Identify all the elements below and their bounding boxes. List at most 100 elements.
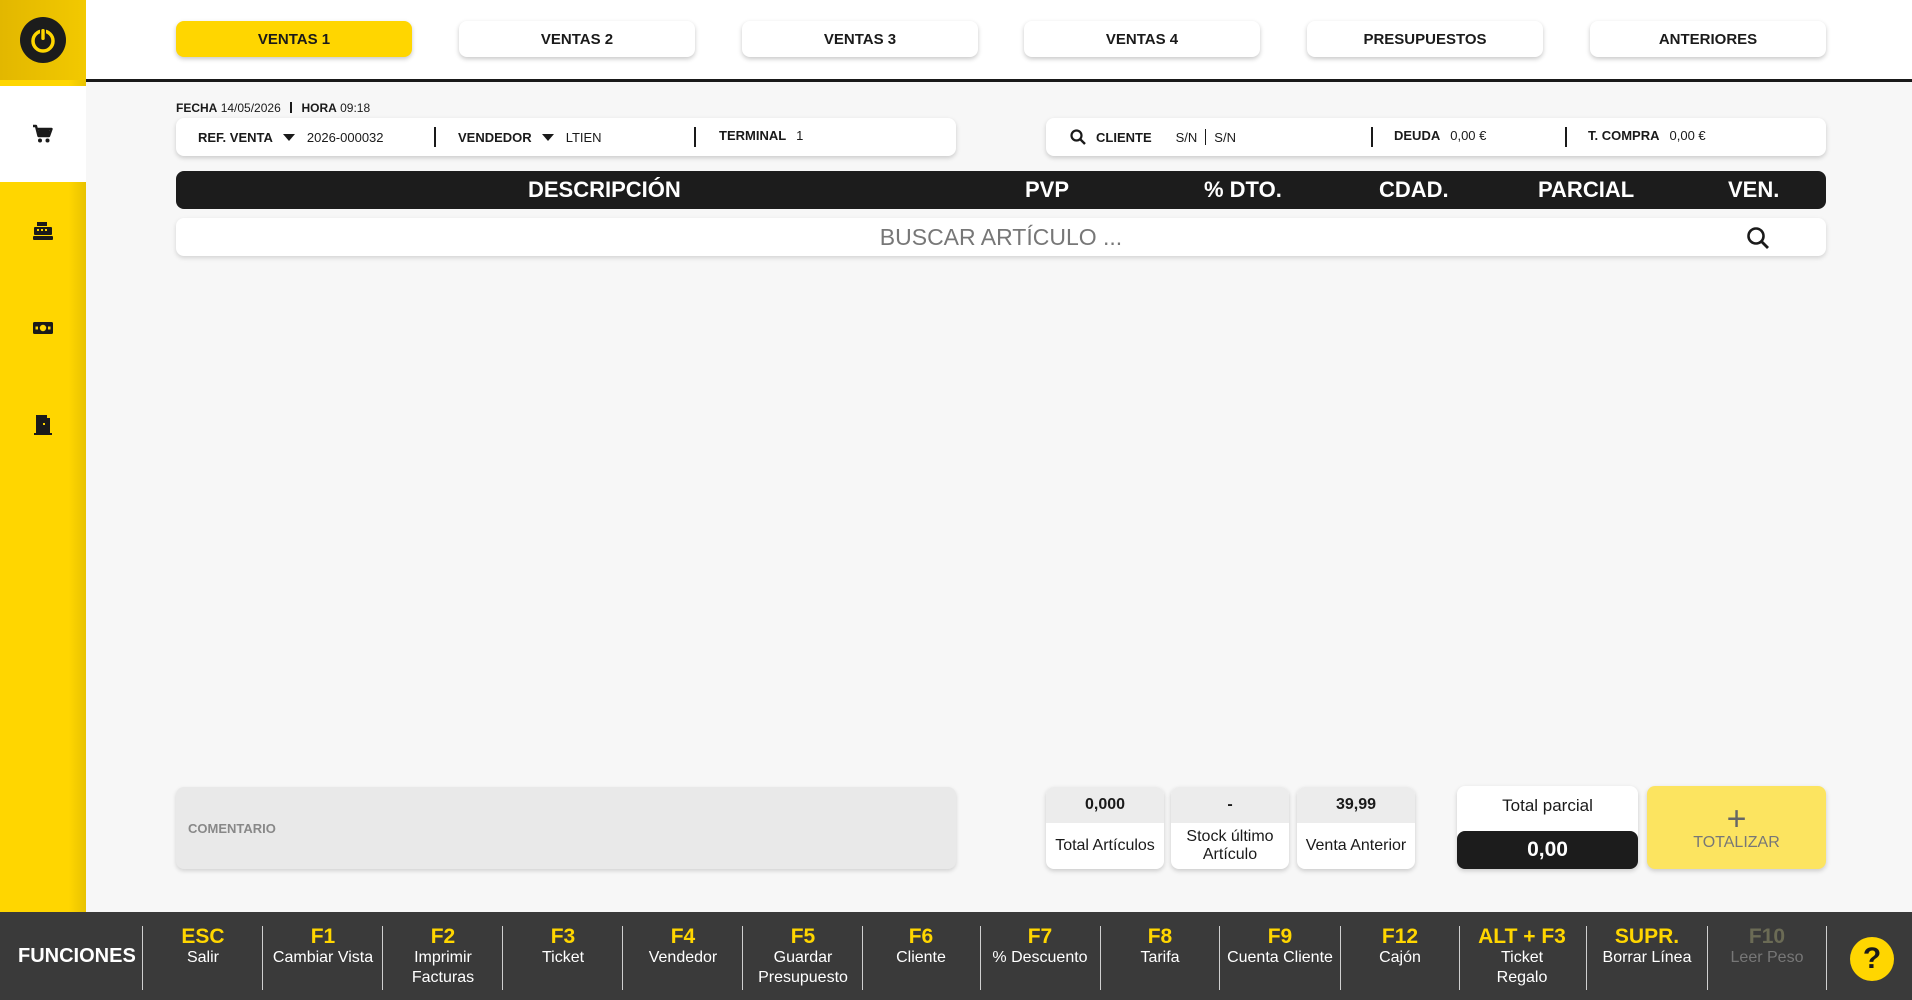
- hora-label: HORA: [301, 101, 337, 115]
- help-icon: ?: [1862, 942, 1882, 975]
- fkey-f10: F10 Leer Peso: [1708, 926, 1826, 992]
- fkey-key: ALT + F3: [1478, 925, 1566, 948]
- fkey-key: F10: [1748, 925, 1786, 948]
- sidebar-item-ventas[interactable]: [0, 86, 86, 182]
- divider: [434, 127, 436, 147]
- fkey-key: F12: [1381, 925, 1419, 948]
- fkey-desc: Ticket Regalo: [1496, 949, 1548, 986]
- tab-presupuestos[interactable]: PRESUPUESTOS: [1307, 21, 1543, 57]
- fkey-supr[interactable]: SUPR. Borrar Línea: [1587, 926, 1707, 992]
- sidebar-item-dinero[interactable]: [0, 280, 86, 376]
- tab-ventas-3[interactable]: VENTAS 3: [742, 21, 978, 57]
- date-time-line: FECHA 14/05/2026 HORA 09:18: [176, 101, 370, 115]
- ref-venta-label: REF. VENTA: [198, 129, 273, 145]
- fkey-f1[interactable]: F1 Cambiar Vista: [264, 926, 382, 992]
- power-area: [0, 0, 86, 80]
- tab-ventas-4[interactable]: VENTAS 4: [1024, 21, 1260, 57]
- tab-anteriores[interactable]: ANTERIORES: [1590, 21, 1826, 57]
- divider: [1565, 127, 1567, 147]
- sidebar-item-caja[interactable]: [0, 183, 86, 279]
- fkey-desc: % Descuento: [992, 949, 1088, 966]
- fkey-key: ESC: [181, 925, 225, 948]
- divider: [382, 926, 383, 990]
- total-parcial-panel: Total parcial 0,00: [1457, 786, 1638, 869]
- cash-register-icon: [33, 222, 53, 240]
- fkey-f6[interactable]: F6 Cliente: [862, 926, 980, 992]
- fkey-desc: Borrar Línea: [1602, 949, 1692, 966]
- fkey-f7[interactable]: F7 % Descuento: [981, 926, 1099, 992]
- divider: [694, 127, 696, 147]
- ref-venta-value: 2026-000032: [306, 129, 384, 145]
- fkey-desc: Cuenta Cliente: [1227, 949, 1333, 966]
- fkey-key: F6: [908, 925, 934, 948]
- fkey-f2[interactable]: F2 Imprimir Facturas: [384, 926, 502, 992]
- cliente-field[interactable]: CLIENTE S/N S/N: [1070, 118, 1236, 156]
- fkey-f3[interactable]: F3 Ticket: [504, 926, 622, 992]
- function-keys-bar: FUNCIONES ESC Salir F1 Cambiar Vista F2 …: [0, 912, 1912, 1000]
- fkey-key: F3: [550, 925, 576, 948]
- ref-venta-field[interactable]: REF. VENTA 2026-000032: [198, 118, 384, 156]
- totalizar-button[interactable]: + TOTALIZAR: [1647, 786, 1826, 869]
- divider: [742, 926, 743, 990]
- power-button[interactable]: [20, 17, 66, 63]
- total-parcial-value: 0,00: [1457, 831, 1638, 869]
- caret-down-icon[interactable]: [541, 133, 554, 141]
- col-dto: % DTO.: [1204, 177, 1282, 202]
- fkey-key: F5: [790, 925, 816, 948]
- fkey-f8[interactable]: F8 Tarifa: [1101, 926, 1219, 992]
- comment-field[interactable]: COMENTARIO: [176, 787, 956, 869]
- help-button[interactable]: ?: [1850, 937, 1894, 981]
- deuda-field: DEUDA 0,00 €: [1394, 118, 1486, 152]
- search-placeholder: BUSCAR ARTÍCULO ...: [879, 223, 1123, 250]
- fkey-f5[interactable]: F5 Guardar Presupuesto: [744, 926, 862, 992]
- divider: [262, 926, 263, 990]
- stat-value: 0,000: [1046, 787, 1164, 823]
- client-info-card: CLIENTE S/N S/N DEUDA 0,00 € T. COMPRA 0…: [1046, 118, 1826, 156]
- tab-ventas-2[interactable]: VENTAS 2: [459, 21, 695, 57]
- fkey-key: F4: [670, 925, 696, 948]
- cliente-code: S/N: [1175, 129, 1198, 145]
- fkey-f4[interactable]: F4 Vendedor: [624, 926, 742, 992]
- caret-down-icon[interactable]: [282, 133, 295, 141]
- fkey-desc: Cliente: [896, 949, 946, 966]
- sidebar-item-salir[interactable]: [0, 377, 86, 473]
- cart-icon: [33, 124, 53, 143]
- search-article-input[interactable]: BUSCAR ARTÍCULO ...: [176, 218, 1826, 256]
- fecha-label: FECHA: [176, 101, 218, 115]
- stat-venta-anterior: 39,99 Venta Anterior: [1297, 787, 1415, 869]
- divider: [290, 102, 293, 113]
- stat-label: Venta Anterior: [1305, 837, 1407, 854]
- fkey-desc: Imprimir Facturas: [411, 949, 475, 986]
- tcompra-value: 0,00 €: [1669, 127, 1706, 143]
- vendedor-field[interactable]: VENDEDOR LTIEN: [458, 118, 602, 156]
- fkey-f12[interactable]: F12 Cajón: [1341, 926, 1459, 992]
- sale-info-card: REF. VENTA 2026-000032 VENDEDOR LTIEN TE…: [176, 118, 956, 156]
- col-descripcion: DESCRIPCIÓN: [528, 177, 681, 202]
- tab-ventas-1[interactable]: VENTAS 1: [176, 21, 412, 57]
- fkey-alt-f3[interactable]: ALT + F3 Ticket Regalo: [1460, 926, 1584, 992]
- totalizar-label: TOTALIZAR: [1693, 833, 1780, 851]
- money-icon: [33, 322, 53, 334]
- deuda-label: DEUDA: [1394, 127, 1441, 143]
- stat-value: -: [1171, 787, 1289, 823]
- fkey-key: F1: [310, 925, 336, 948]
- fkey-key: F9: [1267, 925, 1293, 948]
- divider: [1205, 129, 1207, 145]
- divider: [1826, 926, 1827, 990]
- hora-value: 09:18: [340, 101, 371, 115]
- power-icon: [31, 28, 55, 53]
- fkey-f9[interactable]: F9 Cuenta Cliente: [1220, 926, 1340, 992]
- fkey-key: F8: [1147, 925, 1173, 948]
- fkey-esc[interactable]: ESC Salir: [144, 926, 262, 992]
- fkey-desc: Tarifa: [1140, 949, 1180, 966]
- terminal-value: 1: [796, 127, 804, 143]
- stat-stock-ultimo: - Stock último Artículo: [1171, 787, 1289, 869]
- items-table-header: DESCRIPCIÓN PVP % DTO. CDAD. PARCIAL VEN…: [176, 171, 1826, 209]
- col-ven: VEN.: [1728, 177, 1780, 202]
- comment-label: COMENTARIO: [188, 820, 276, 836]
- fkey-desc: Vendedor: [648, 949, 718, 966]
- search-icon[interactable]: [1746, 226, 1770, 250]
- fkey-desc: Ticket: [541, 949, 585, 966]
- deuda-value: 0,00 €: [1450, 127, 1487, 143]
- cliente-name: S/N: [1214, 129, 1236, 145]
